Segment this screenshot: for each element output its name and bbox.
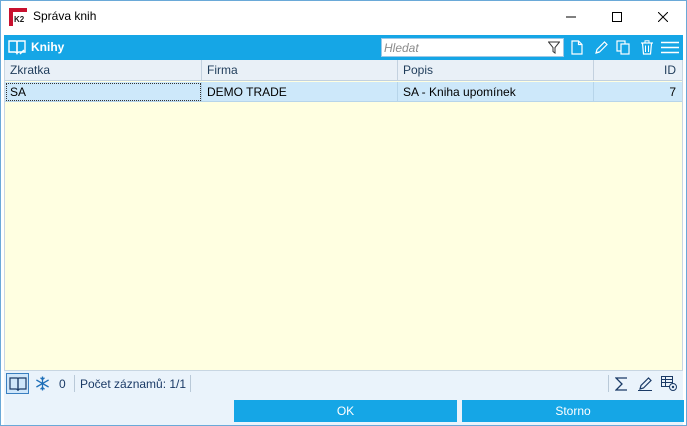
column-header-zkratka[interactable]: Zkratka (5, 60, 202, 81)
cell-firma[interactable]: DEMO TRADE (202, 82, 398, 102)
hamburger-menu-icon (661, 41, 679, 54)
ok-button[interactable]: OK (234, 400, 457, 422)
dialog-window: K2 Správa knih Knihy Hledat Zkratka Firm… (0, 0, 687, 426)
svg-text:K2: K2 (14, 15, 25, 24)
maximize-button[interactable] (594, 1, 640, 32)
book-view-button[interactable] (6, 373, 29, 394)
cell-zkratka[interactable]: SA (5, 82, 202, 102)
new-document-icon (571, 40, 583, 55)
table-settings-button[interactable] (659, 374, 679, 393)
toolbar: Knihy (4, 35, 683, 60)
app-logo-icon: K2 (9, 8, 27, 26)
minimize-button[interactable] (548, 1, 594, 32)
toolbar-title: Knihy (31, 40, 65, 54)
edit-button[interactable] (635, 374, 655, 393)
cell-id[interactable]: 7 (594, 82, 682, 102)
dialog-footer: OK Storno (4, 395, 684, 425)
pencil-icon (638, 376, 652, 391)
column-header-id[interactable]: ID (594, 60, 682, 81)
minimize-icon (566, 16, 576, 17)
status-divider (608, 375, 609, 392)
status-bar: 0 Počet záznamů: 1/1 (4, 370, 683, 395)
records-grid: Zkratka Firma Popis ID SA DEMO TRADE SA … (4, 60, 683, 370)
search-box[interactable] (381, 38, 564, 57)
close-icon (658, 11, 668, 22)
filter-icon[interactable] (548, 41, 560, 54)
cancel-button[interactable]: Storno (462, 400, 684, 422)
column-header-popis[interactable]: Popis (398, 60, 594, 81)
cell-popis[interactable]: SA - Kniha upomínek (398, 82, 594, 102)
search-input[interactable] (384, 40, 542, 55)
book-icon (8, 40, 26, 55)
copy-icon (616, 40, 630, 55)
table-row[interactable]: SA DEMO TRADE SA - Kniha upomínek 7 (5, 82, 682, 102)
status-divider (74, 375, 75, 392)
copy-record-button[interactable] (613, 38, 633, 57)
sum-button[interactable] (611, 374, 631, 393)
window-title: Správa knih (33, 9, 97, 23)
edit-record-button[interactable] (591, 38, 611, 57)
new-record-button[interactable] (567, 38, 587, 57)
snowflake-icon[interactable] (35, 376, 50, 391)
maximize-icon (612, 11, 622, 22)
column-header-firma[interactable]: Firma (202, 60, 398, 81)
table-settings-icon (661, 376, 677, 391)
sigma-icon (614, 376, 627, 391)
book-icon (8, 376, 27, 391)
filter-count: 0 (59, 377, 66, 391)
pencil-icon (595, 40, 608, 54)
title-bar[interactable]: K2 Správa knih (1, 1, 686, 32)
trash-icon (641, 40, 653, 55)
delete-record-button[interactable] (637, 38, 657, 57)
close-button[interactable] (640, 1, 686, 32)
grid-header: Zkratka Firma Popis ID (5, 60, 682, 81)
record-count: Počet záznamů: 1/1 (80, 377, 187, 391)
status-divider (190, 375, 191, 392)
menu-button[interactable] (660, 38, 680, 57)
